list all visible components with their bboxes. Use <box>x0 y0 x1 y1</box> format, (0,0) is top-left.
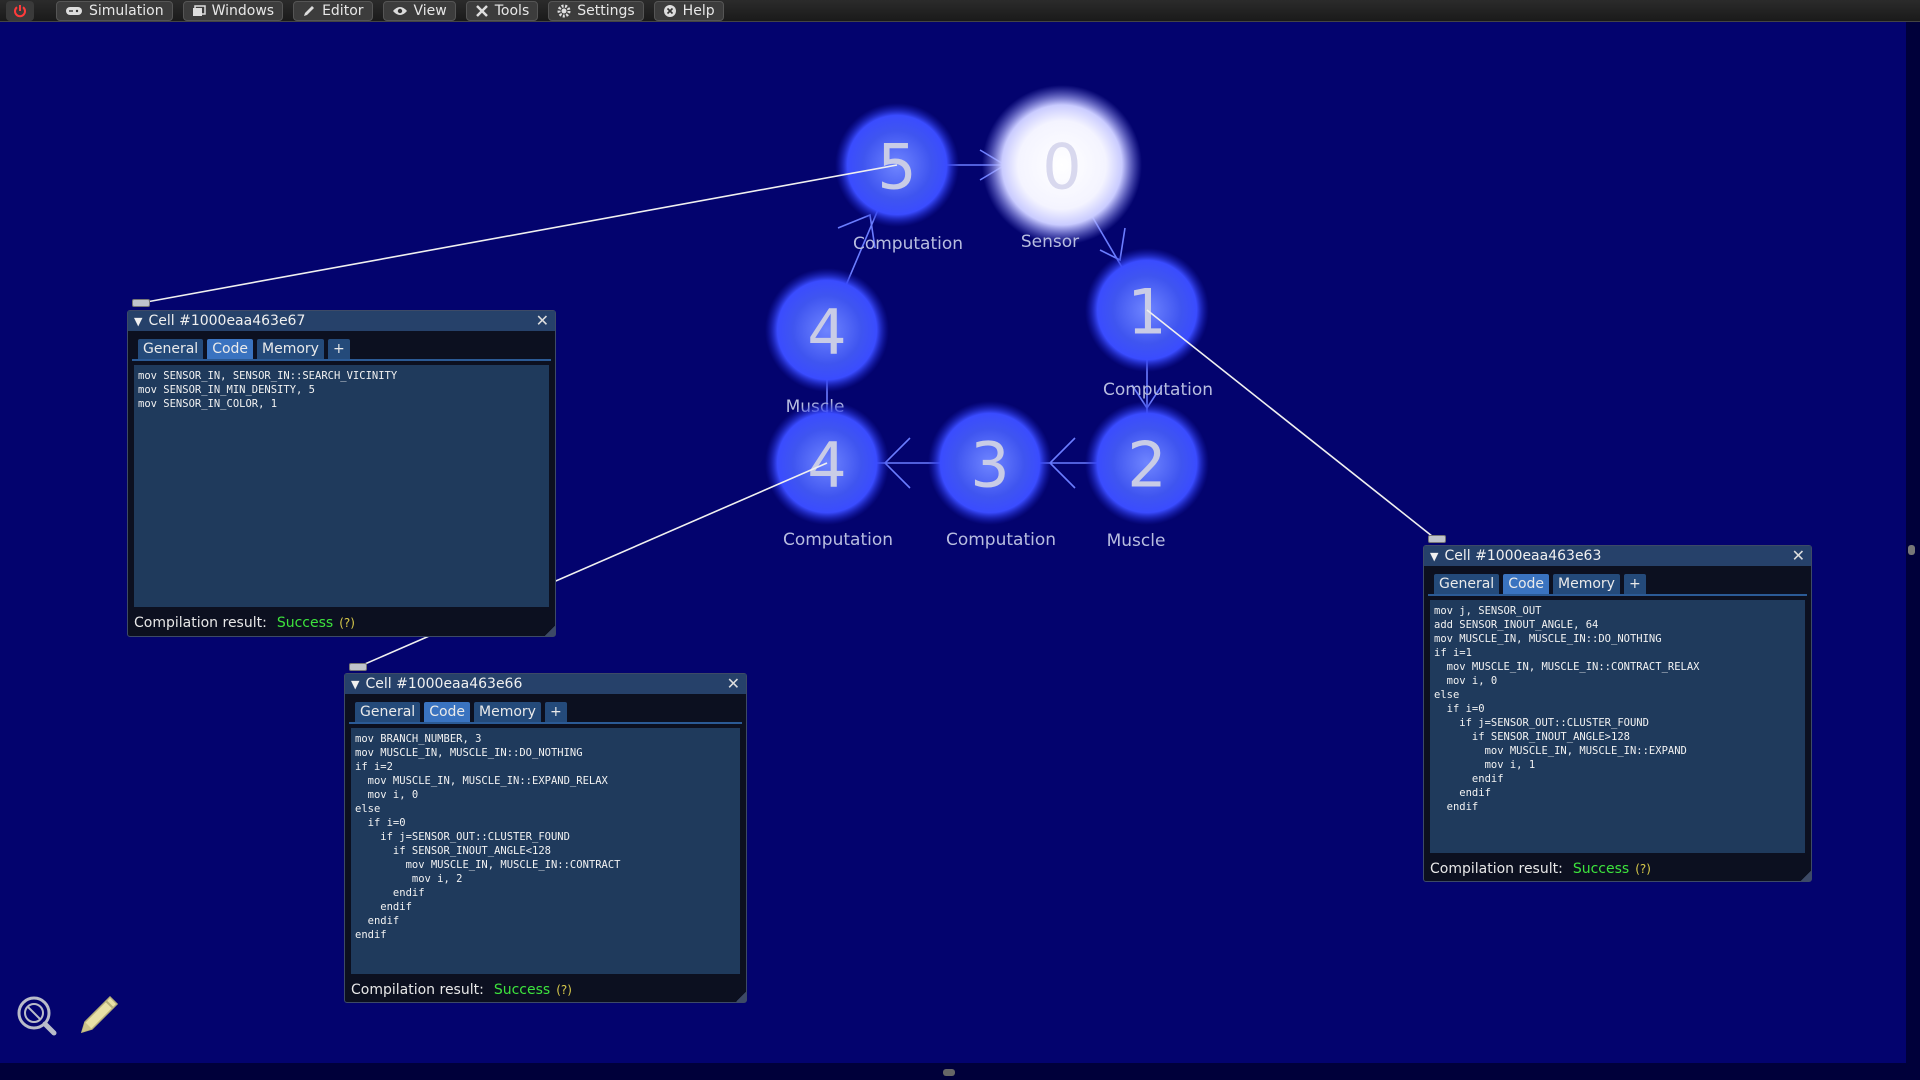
result-label: Compilation result: <box>351 982 484 998</box>
result-label: Compilation result: <box>1430 861 1563 877</box>
inspect-tool-button[interactable] <box>14 993 58 1037</box>
collapse-icon[interactable]: ▼ <box>351 678 359 691</box>
resize-grip[interactable] <box>1801 871 1811 881</box>
tab-general[interactable]: General <box>138 339 204 359</box>
tab-code[interactable]: Code <box>424 702 471 722</box>
close-icon[interactable]: ✕ <box>1792 546 1805 565</box>
cell-4b-number: 4 <box>807 429 846 502</box>
window-title-bar[interactable]: ▼ Cell #1000eaa463e63 ✕ <box>1424 546 1811 566</box>
cell-5[interactable]: 5 Computation <box>835 103 963 254</box>
cell-4b-label: Computation <box>783 530 893 550</box>
collapse-icon[interactable]: ▼ <box>1430 550 1438 563</box>
tab-bar: General Code Memory + <box>132 331 551 361</box>
cell-window-e63: ▼ Cell #1000eaa463e63 ✕ General Code Mem… <box>1423 545 1812 882</box>
tab-memory[interactable]: Memory <box>1553 574 1620 594</box>
cell-2-label: Muscle <box>1107 531 1166 551</box>
tab-general[interactable]: General <box>355 702 421 722</box>
horizontal-scrollbar[interactable] <box>0 1063 1920 1080</box>
cell-window-e67: ▼ Cell #1000eaa463e67 ✕ General Code Mem… <box>127 310 556 637</box>
help-tooltip[interactable]: (?) <box>339 616 355 630</box>
window-title-bar[interactable]: ▼ Cell #1000eaa463e66 ✕ <box>345 674 746 694</box>
tab-add[interactable]: + <box>544 702 567 722</box>
compilation-result: Compilation result: Success (?) <box>1424 853 1811 885</box>
resize-grip[interactable] <box>545 626 555 636</box>
cell-0-label: Sensor <box>1021 232 1079 252</box>
cell-2[interactable]: 2 Muscle <box>1085 401 1209 551</box>
edit-tool-button[interactable] <box>76 990 124 1038</box>
tab-memory[interactable]: Memory <box>257 339 324 359</box>
cell-1[interactable]: 1 Computation <box>1085 248 1213 400</box>
cell-2-number: 2 <box>1127 429 1166 502</box>
cell-4-computation[interactable]: 4 Computation <box>765 401 893 550</box>
inspect-search-icon <box>17 996 57 1036</box>
window-anchor[interactable] <box>349 663 367 671</box>
collapse-icon[interactable]: ▼ <box>134 315 142 328</box>
tab-code[interactable]: Code <box>207 339 254 359</box>
window-anchor[interactable] <box>132 299 150 307</box>
compilation-result: Compilation result: Success (?) <box>345 974 746 1006</box>
help-tooltip[interactable]: (?) <box>556 983 572 997</box>
window-title: Cell #1000eaa463e66 <box>365 676 523 692</box>
tab-bar: General Code Memory + <box>1428 566 1807 596</box>
cell-window-e66: ▼ Cell #1000eaa463e66 ✕ General Code Mem… <box>344 673 747 1003</box>
cell-1-number: 1 <box>1127 276 1166 349</box>
window-title: Cell #1000eaa463e63 <box>1444 548 1602 564</box>
cell-4a-number: 4 <box>807 296 846 369</box>
result-value: Success <box>1572 861 1630 877</box>
window-anchor[interactable] <box>1428 535 1446 543</box>
horizontal-scroll-thumb[interactable] <box>943 1069 955 1076</box>
tab-bar: General Code Memory + <box>349 694 742 724</box>
cell-0-sensor[interactable]: 0 Sensor <box>982 85 1142 252</box>
help-tooltip[interactable]: (?) <box>1635 862 1651 876</box>
tab-code[interactable]: Code <box>1503 574 1550 594</box>
result-value: Success <box>276 615 334 631</box>
resize-grip[interactable] <box>736 992 746 1002</box>
cell-1-label: Computation <box>1103 380 1213 400</box>
code-editor[interactable]: mov j, SENSOR_OUT add SENSOR_INOUT_ANGLE… <box>1430 600 1805 853</box>
cell-0-number: 0 <box>1042 131 1081 204</box>
result-label: Compilation result: <box>134 615 267 631</box>
result-value: Success <box>493 982 551 998</box>
cell-3[interactable]: 3 Computation <box>928 401 1056 550</box>
vertical-scroll-thumb[interactable] <box>1908 545 1915 555</box>
cell-3-label: Computation <box>946 530 1056 550</box>
code-editor[interactable]: mov BRANCH_NUMBER, 3 mov MUSCLE_IN, MUSC… <box>351 728 740 974</box>
cell-3-number: 3 <box>970 429 1009 502</box>
tab-general[interactable]: General <box>1434 574 1500 594</box>
cell-5-label: Computation <box>853 234 963 254</box>
compilation-result: Compilation result: Success (?) <box>128 607 555 639</box>
window-title-bar[interactable]: ▼ Cell #1000eaa463e67 ✕ <box>128 311 555 331</box>
tab-add[interactable]: + <box>327 339 350 359</box>
window-title: Cell #1000eaa463e67 <box>148 313 306 329</box>
close-icon[interactable]: ✕ <box>536 311 549 330</box>
tab-add[interactable]: + <box>1623 574 1646 594</box>
close-icon[interactable]: ✕ <box>727 674 740 693</box>
vertical-scrollbar[interactable] <box>1906 22 1920 1063</box>
tab-memory[interactable]: Memory <box>474 702 541 722</box>
code-editor[interactable]: mov SENSOR_IN, SENSOR_IN::SEARCH_VICINIT… <box>134 365 549 607</box>
pencil-icon <box>80 995 119 1034</box>
